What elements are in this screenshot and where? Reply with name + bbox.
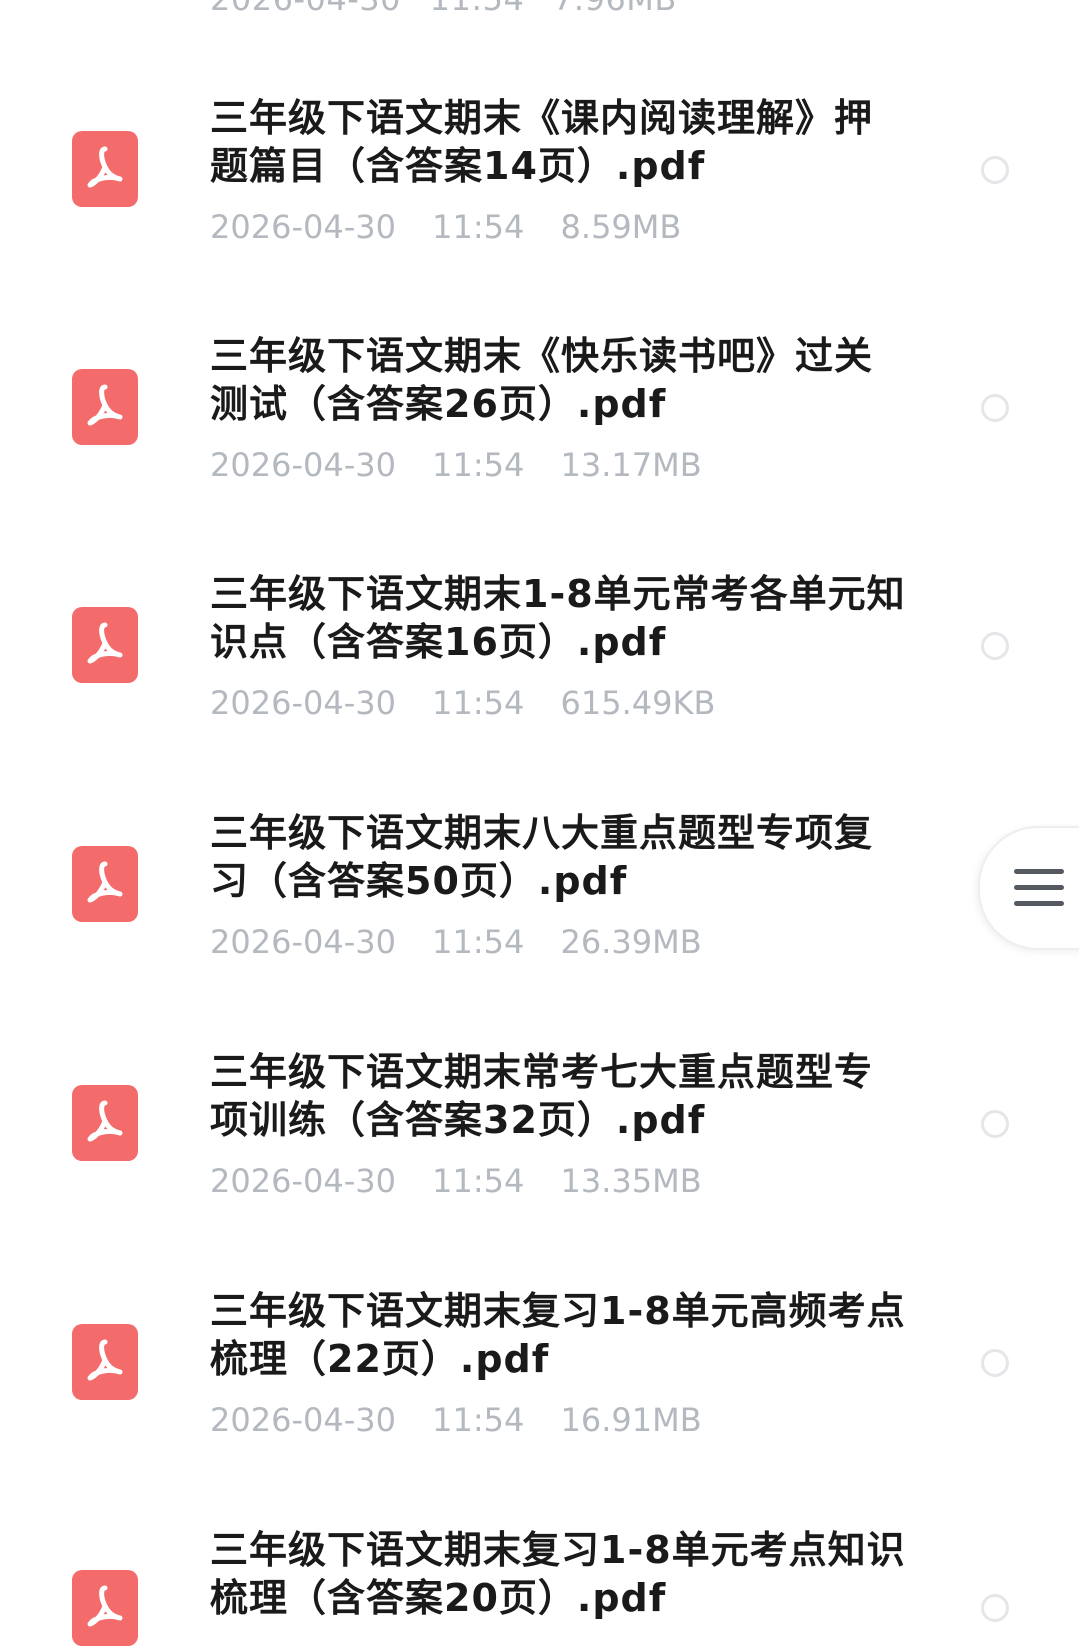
file-row[interactable]: 三年级下语文期末八大重点题型专项复习（含答案50页）.pdf 2026-04-3… (0, 809, 1079, 1047)
radio-circle-icon[interactable] (981, 1110, 1009, 1138)
file-row[interactable]: 三年级下语文期末复习1-8单元高频考点梳理（22页）.pdf 2026-04-3… (0, 1287, 1079, 1525)
pdf-icon (72, 1570, 138, 1646)
file-row[interactable]: 三年级下语文期末常考七大重点题型专项训练（含答案32页）.pdf 2026-04… (0, 1048, 1079, 1286)
pdf-icon (72, 1324, 138, 1400)
file-meta: 2026-04-30 11:54 16.91MB (210, 1401, 728, 1439)
file-date: 2026-04-30 (210, 923, 396, 961)
file-time: 11:54 (432, 684, 525, 722)
file-time: 11:54 (432, 1162, 525, 1200)
file-size: 7.96MB (553, 0, 677, 18)
partial-file-meta: 2026-04-30 11:54 7.96MB (210, 0, 677, 18)
radio-circle-icon[interactable] (981, 156, 1009, 184)
file-date: 2026-04-30 (210, 684, 396, 722)
radio-circle-icon[interactable] (981, 1349, 1009, 1377)
pdf-icon (72, 131, 138, 207)
file-date: 2026-04-30 (210, 208, 396, 246)
file-title: 三年级下语文期末复习1-8单元考点知识梳理（含答案20页）.pdf (210, 1528, 906, 1620)
file-time: 11:54 (432, 1401, 525, 1439)
file-title: 三年级下语文期末1-8单元常考各单元知识点（含答案16页）.pdf (210, 572, 906, 664)
file-title: 三年级下语文期末《课内阅读理解》押题篇目（含答案14页）.pdf (210, 96, 874, 188)
file-row[interactable]: 三年级下语文期末《课内阅读理解》押题篇目（含答案14页）.pdf 2026-04… (0, 94, 1079, 332)
file-size: 16.91MB (560, 1401, 702, 1439)
file-meta: 2026-04-30 11:54 13.17MB (210, 446, 728, 484)
pdf-icon (72, 369, 138, 445)
file-date: 2026-04-30 (210, 0, 401, 18)
file-time: 11:54 (432, 208, 525, 246)
file-date: 2026-04-30 (210, 1401, 396, 1439)
file-title: 三年级下语文期末《快乐读书吧》过关测试（含答案26页）.pdf (210, 334, 874, 426)
file-row[interactable]: 三年级下语文期末1-8单元常考各单元知识点（含答案16页）.pdf 2026-0… (0, 570, 1079, 808)
file-meta: 2026-04-30 11:54 8.59MB (210, 208, 707, 246)
file-size: 8.59MB (560, 208, 682, 246)
file-time: 11:54 (430, 0, 525, 18)
file-row[interactable]: 三年级下语文期末复习1-8单元考点知识梳理（含答案20页）.pdf (0, 1526, 1079, 1647)
file-title: 三年级下语文期末复习1-8单元高频考点梳理（22页）.pdf (210, 1289, 906, 1381)
file-meta: 2026-04-30 11:54 26.39MB (210, 923, 728, 961)
pdf-icon (72, 1085, 138, 1161)
file-size: 13.35MB (560, 1162, 702, 1200)
file-title: 三年级下语文期末常考七大重点题型专项训练（含答案32页）.pdf (210, 1050, 874, 1142)
file-size: 26.39MB (560, 923, 702, 961)
radio-circle-icon[interactable] (981, 394, 1009, 422)
pdf-icon (72, 607, 138, 683)
radio-circle-icon[interactable] (981, 1594, 1009, 1622)
file-date: 2026-04-30 (210, 446, 396, 484)
file-meta: 2026-04-30 11:54 13.35MB (210, 1162, 728, 1200)
file-meta: 2026-04-30 11:54 615.49KB (210, 684, 741, 722)
file-time: 11:54 (432, 923, 525, 961)
file-date: 2026-04-30 (210, 1162, 396, 1200)
file-title: 三年级下语文期末八大重点题型专项复习（含答案50页）.pdf (210, 811, 874, 903)
file-time: 11:54 (432, 446, 525, 484)
file-row[interactable]: 三年级下语文期末《快乐读书吧》过关测试（含答案26页）.pdf 2026-04-… (0, 332, 1079, 570)
radio-circle-icon[interactable] (981, 632, 1009, 660)
pdf-icon (72, 846, 138, 922)
file-list: 2026-04-30 11:54 7.96MB 三年级下语文期末《课内阅读理解》… (0, 0, 1079, 1647)
file-size: 615.49KB (560, 684, 716, 722)
file-size: 13.17MB (560, 446, 702, 484)
